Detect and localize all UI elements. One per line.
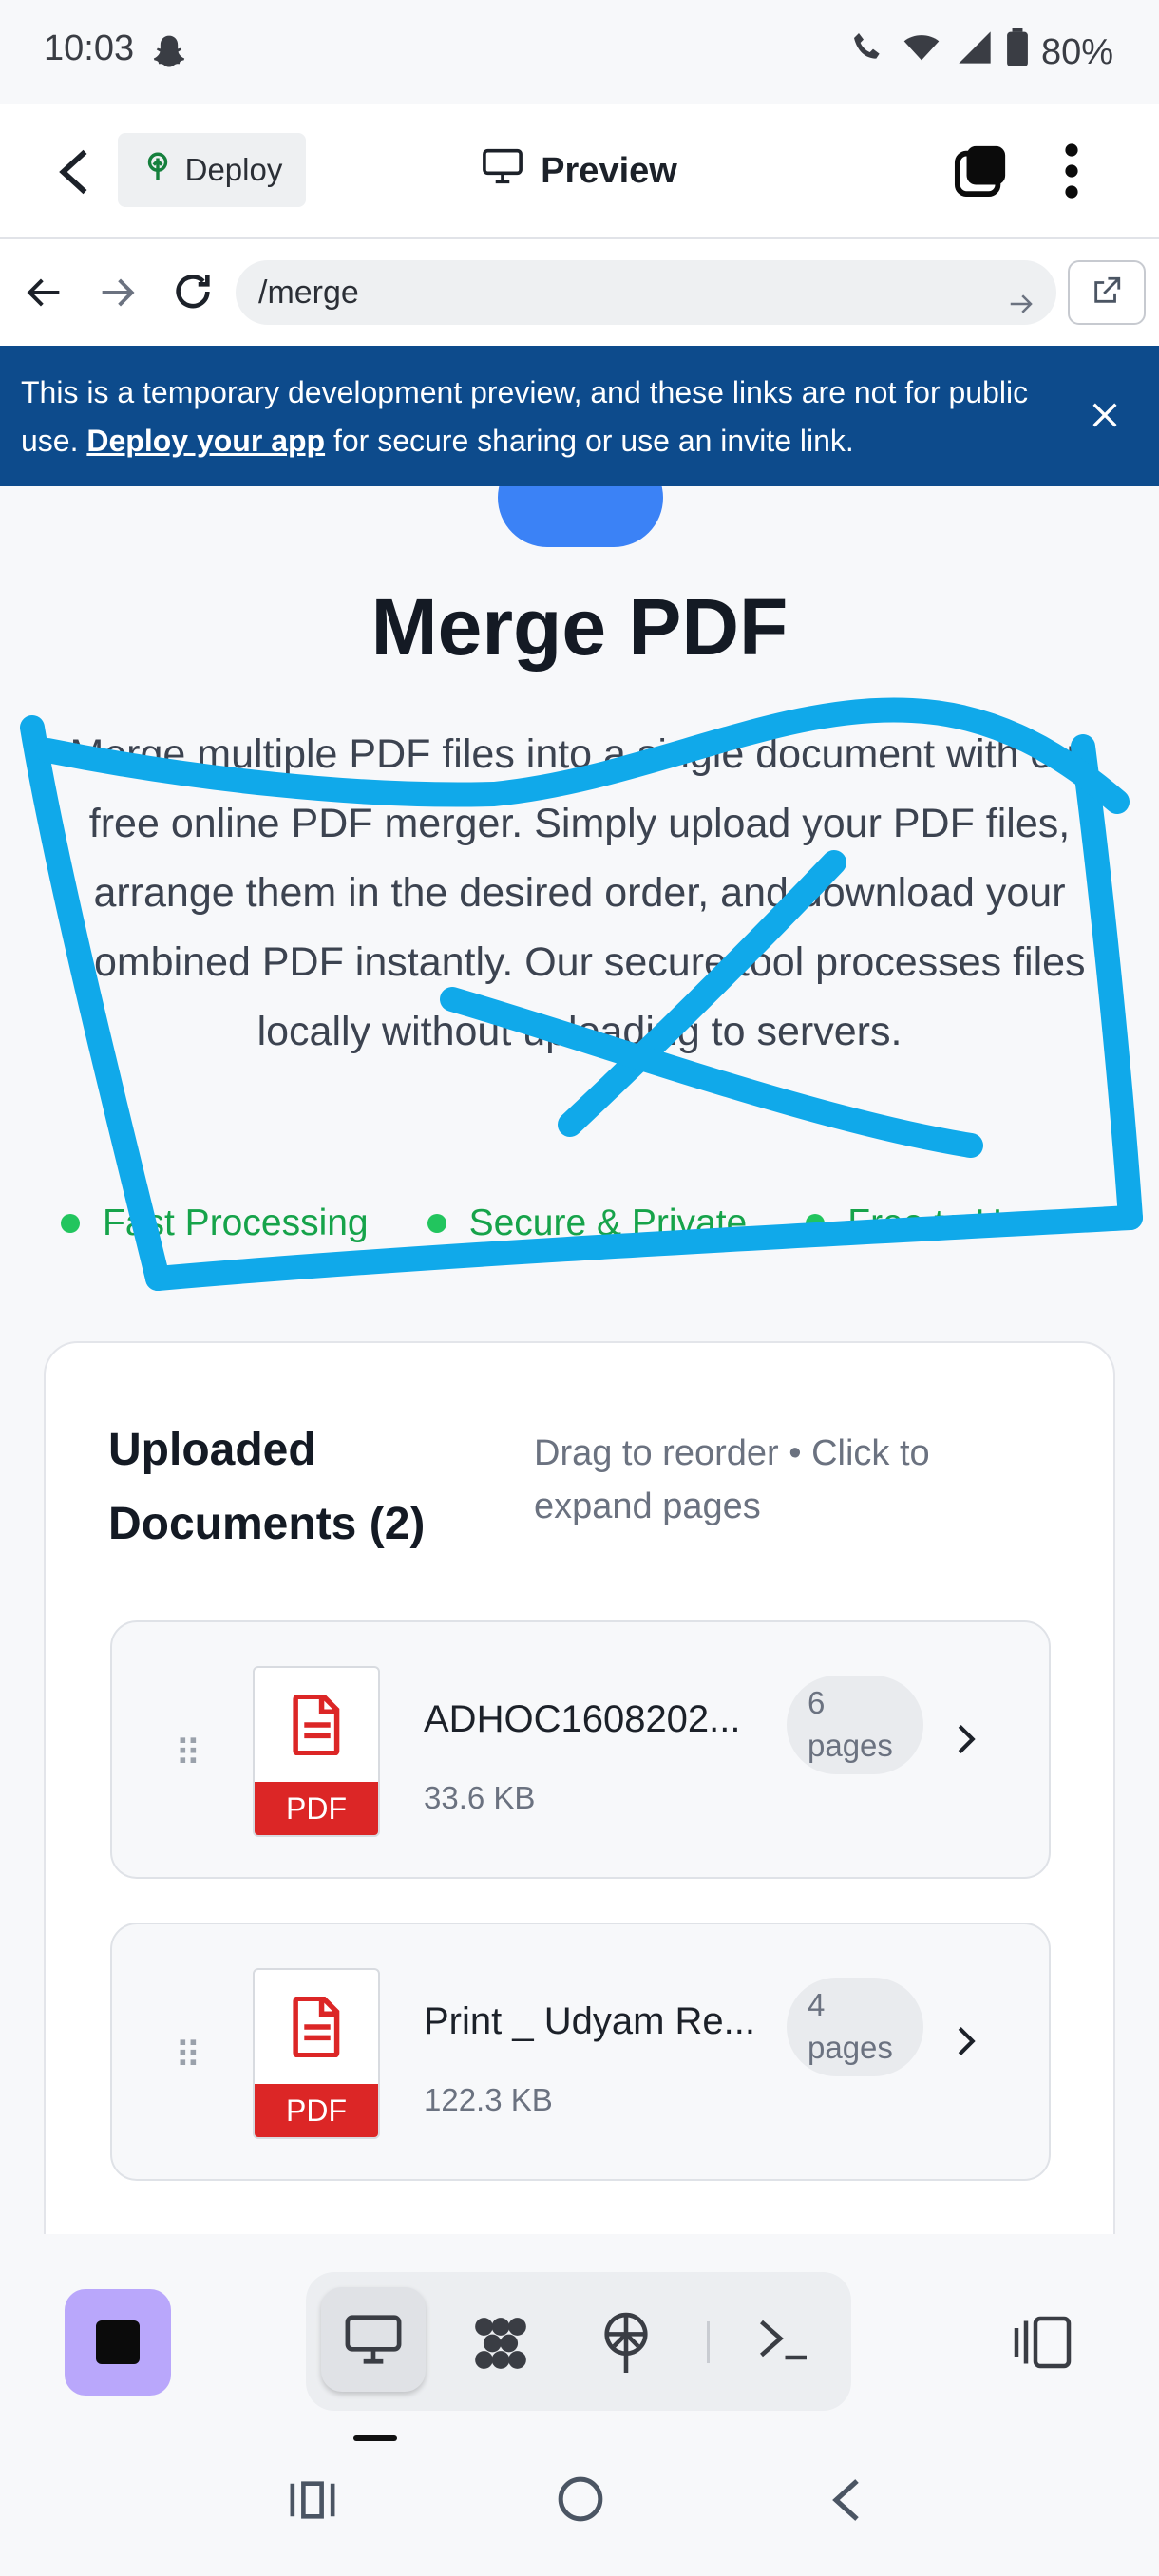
recent-apps-icon[interactable] xyxy=(289,2479,336,2526)
split-view-icon[interactable] xyxy=(1007,2314,1074,2376)
card-title: Uploaded Documents (2) xyxy=(108,1425,426,1549)
upload-button-partial[interactable] xyxy=(498,486,663,547)
url-input[interactable]: /merge xyxy=(236,260,1056,325)
pages-badge: 4 pages xyxy=(787,1978,923,2076)
file-row[interactable]: ⠿ PDF Print _ Udyam Re... 122.3 KB 4 pag… xyxy=(110,1923,1051,2181)
feature-label: Free to Use xyxy=(847,1203,1041,1243)
go-arrow-icon[interactable] xyxy=(1007,275,1036,340)
pdf-thumbnail: PDF xyxy=(253,1968,380,2139)
status-time: 10:03 xyxy=(44,28,135,68)
reload-icon[interactable] xyxy=(171,270,215,318)
stop-icon xyxy=(96,2320,140,2364)
toolbar-divider xyxy=(707,2321,710,2363)
active-tab-indicator xyxy=(353,2435,397,2441)
dev-preview-banner: This is a temporary development preview,… xyxy=(0,346,1159,486)
snapchat-icon xyxy=(148,32,190,79)
pdf-thumbnail: PDF xyxy=(253,1666,380,1837)
drag-handle-icon[interactable]: ⠿ xyxy=(175,2035,201,2077)
url-row: /merge xyxy=(0,239,1159,346)
more-options-icon[interactable] xyxy=(1064,142,1079,204)
app-header: Deploy Preview xyxy=(0,104,1159,239)
close-icon[interactable] xyxy=(1089,397,1121,445)
file-name: ADHOC1608202... xyxy=(424,1698,741,1740)
pdf-file-icon xyxy=(291,1996,344,2062)
file-size: 33.6 KB xyxy=(424,1780,536,1815)
workflow-icon[interactable] xyxy=(467,2310,534,2381)
url-value: /merge xyxy=(258,275,359,311)
feature-dot-icon xyxy=(806,1214,826,1233)
android-nav-bar xyxy=(0,2443,1159,2576)
nav-back-icon[interactable] xyxy=(25,275,63,314)
signal-icon xyxy=(956,28,994,76)
status-indicators: 80% xyxy=(849,28,1113,76)
status-bar: 10:03 80% xyxy=(0,0,1159,104)
wifi-icon xyxy=(901,28,942,76)
view-switcher xyxy=(306,2272,851,2411)
drag-handle-icon[interactable]: ⠿ xyxy=(175,1733,201,1775)
preview-view-button[interactable] xyxy=(321,2287,426,2392)
feature-dot-icon xyxy=(61,1214,80,1233)
feature-label: Fast Processing xyxy=(103,1203,369,1243)
feature-list: Fast Processing Secure & Private Free to… xyxy=(61,1203,1115,1244)
pdf-file-icon xyxy=(291,1694,344,1760)
bottom-toolbar xyxy=(0,2234,1159,2443)
open-external-button[interactable] xyxy=(1068,260,1146,325)
chevron-right-icon[interactable] xyxy=(956,2025,977,2062)
external-link-icon xyxy=(1091,275,1123,312)
stop-button[interactable] xyxy=(65,2289,171,2396)
file-row[interactable]: ⠿ PDF ADHOC1608202... 33.6 KB 6 pages xyxy=(110,1620,1051,1879)
wifi-call-icon xyxy=(849,28,887,76)
terminal-icon[interactable] xyxy=(754,2310,811,2372)
uploaded-documents-card: Uploaded Documents (2) Drag to reorder •… xyxy=(44,1341,1115,2234)
pages-word: pages xyxy=(808,2030,893,2065)
home-icon[interactable] xyxy=(557,2475,604,2528)
feature-item: Fast Processing xyxy=(61,1203,369,1244)
file-size: 122.3 KB xyxy=(424,2082,553,2117)
pdf-badge: PDF xyxy=(255,2084,378,2137)
battery-percent: 80% xyxy=(1040,31,1113,72)
feature-item: Secure & Private xyxy=(427,1203,748,1244)
pages-count: 4 xyxy=(808,1987,826,2022)
card-hint: Drag to reorder • Click to expand pages xyxy=(534,1433,930,1526)
page-description: Merge multiple PDF files into a single d… xyxy=(69,731,1090,1054)
page-title: Merge PDF xyxy=(370,582,788,672)
main-content: Merge PDF Merge multiple PDF files into … xyxy=(0,486,1159,2234)
pages-word: pages xyxy=(808,1728,893,1763)
chevron-right-icon[interactable] xyxy=(956,1723,977,1760)
deploy-icon[interactable] xyxy=(597,2310,656,2377)
system-back-icon[interactable] xyxy=(828,2477,863,2528)
feature-dot-icon xyxy=(427,1214,446,1233)
nav-forward-icon[interactable] xyxy=(99,275,137,314)
pdf-badge: PDF xyxy=(255,1782,378,1835)
feature-item: Free to Use xyxy=(806,1203,1041,1244)
battery-icon xyxy=(1007,28,1028,76)
pages-count: 6 xyxy=(808,1685,826,1720)
preview-label: Preview xyxy=(541,150,677,191)
file-name: Print _ Udyam Re... xyxy=(424,2000,756,2042)
feature-label: Secure & Private xyxy=(468,1203,748,1243)
banner-text-tail: for secure sharing or use an invite link… xyxy=(332,424,854,458)
pages-badge: 6 pages xyxy=(787,1676,923,1774)
tabs-icon[interactable] xyxy=(954,142,1009,202)
monitor-icon xyxy=(482,147,523,195)
deploy-your-app-link[interactable]: Deploy your app xyxy=(86,424,325,458)
monitor-icon xyxy=(344,2312,403,2372)
